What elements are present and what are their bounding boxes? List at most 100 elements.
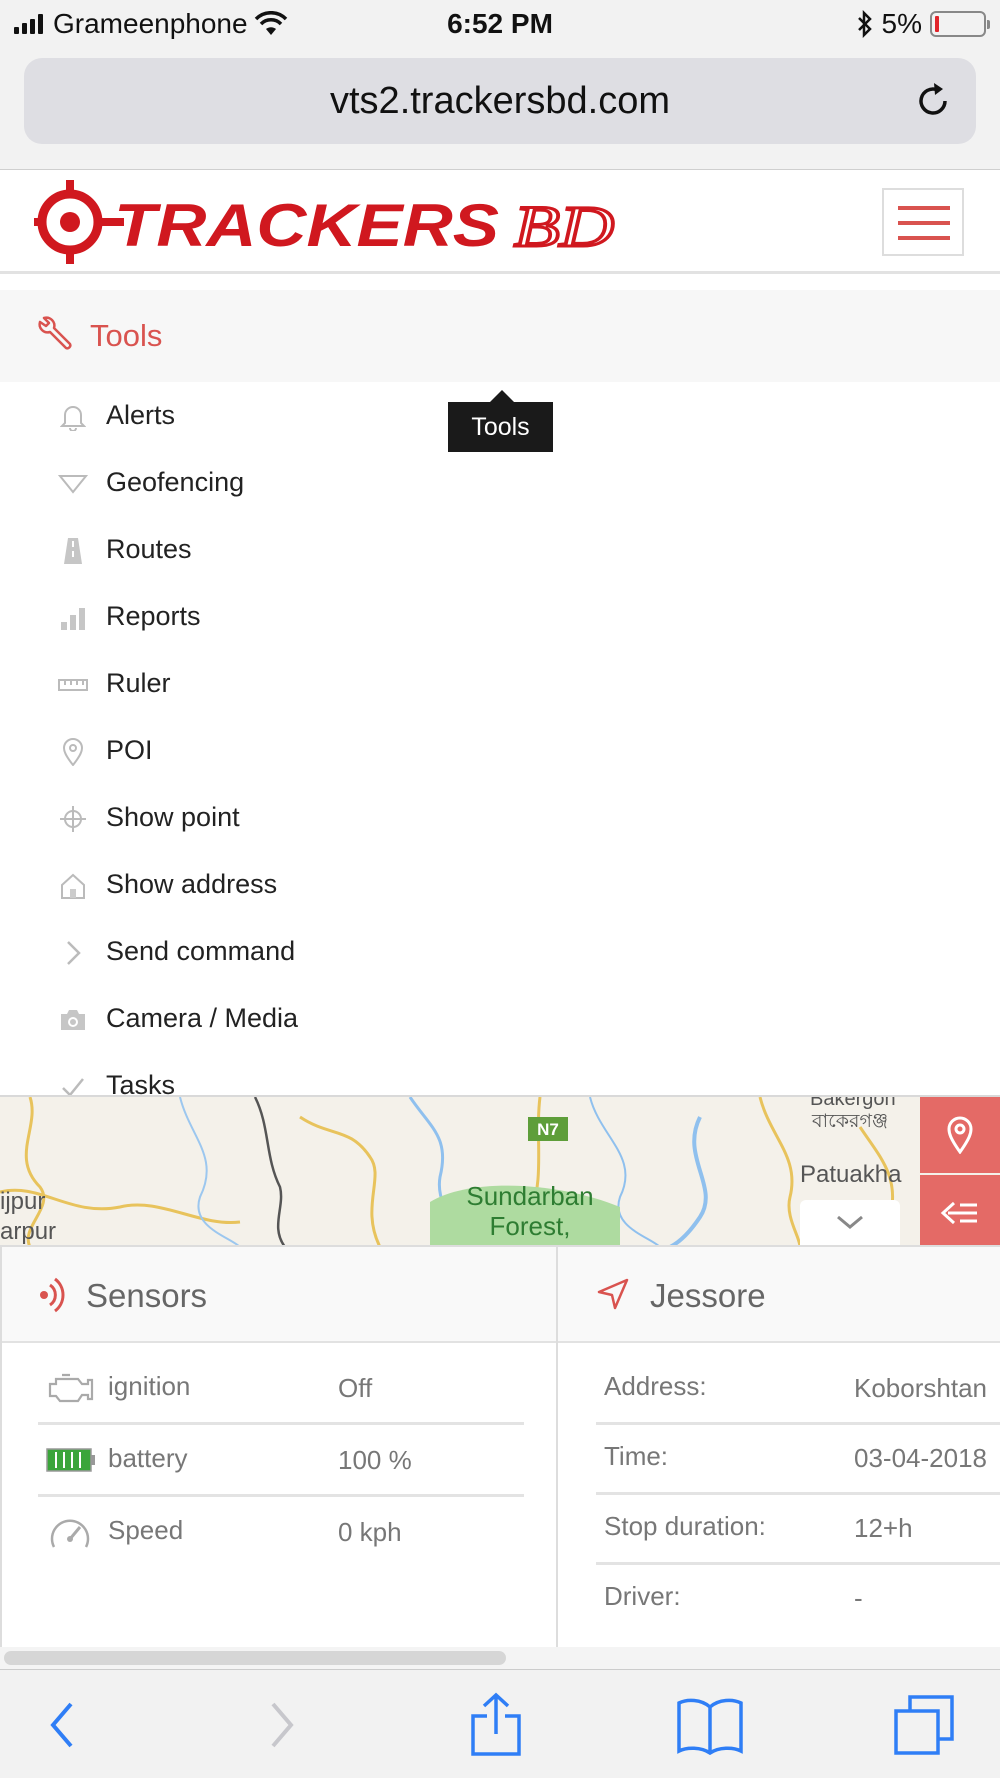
svg-text:BD: BD xyxy=(514,194,614,259)
menu-item-ruler[interactable]: Ruler xyxy=(0,650,1000,717)
map-pin-icon xyxy=(56,737,90,767)
sensor-row-ignition: ignition Off xyxy=(38,1355,524,1425)
sensors-panel: Sensors ignition Off battery 100 % Speed… xyxy=(0,1247,558,1649)
url-text[interactable]: vts2.trackersbd.com xyxy=(24,80,976,123)
signal-waves-icon xyxy=(40,1277,65,1313)
camera-icon xyxy=(56,1005,90,1035)
menu-item-geofencing[interactable]: Geofencing xyxy=(0,449,1000,516)
location-panel-header[interactable]: Jessore xyxy=(558,1247,1000,1343)
menu-item-label: Send command xyxy=(106,936,296,966)
geofence-icon xyxy=(56,469,90,499)
sensors-panel-header[interactable]: Sensors xyxy=(2,1247,556,1343)
battery-percent: 5% xyxy=(881,8,922,39)
location-label: Address: xyxy=(604,1371,707,1401)
hamburger-menu-button[interactable] xyxy=(882,188,964,256)
menu-item-show-address[interactable]: Show address xyxy=(0,851,1000,918)
book-icon xyxy=(677,1698,743,1755)
menu-item-label: Tasks xyxy=(106,1070,176,1095)
clock: 6:52 PM xyxy=(447,8,553,39)
location-row-address: Address: Koborshtan xyxy=(596,1355,1000,1425)
tools-title: Tools xyxy=(90,318,163,353)
browser-toolbar xyxy=(0,1669,1000,1778)
forward-button[interactable] xyxy=(242,1690,322,1760)
forest-label-line2: Forest, xyxy=(490,1211,571,1241)
menu-item-label: Show point xyxy=(106,802,240,832)
sensor-value: Off xyxy=(338,1373,373,1403)
menu-item-routes[interactable]: Routes xyxy=(0,516,1000,583)
menu-item-label: Ruler xyxy=(106,668,171,698)
tabs-button[interactable] xyxy=(884,1690,964,1760)
share-button[interactable] xyxy=(456,1690,536,1760)
location-label: Time: xyxy=(604,1441,669,1471)
menu-item-reports[interactable]: Reports xyxy=(0,583,1000,650)
map-location-button[interactable] xyxy=(920,1097,1000,1173)
address-bar[interactable]: vts2.trackersbd.com xyxy=(24,58,976,144)
chevron-right-icon xyxy=(56,938,90,968)
reload-icon[interactable] xyxy=(912,80,954,122)
home-icon xyxy=(56,871,90,901)
menu-item-label: Show address xyxy=(106,869,278,899)
map-collapse-tab[interactable] xyxy=(800,1200,900,1245)
tools-section-header[interactable]: Tools xyxy=(0,290,1000,382)
ruler-icon xyxy=(56,670,90,700)
sensor-row-speed: Speed 0 kph xyxy=(38,1499,524,1569)
road-icon xyxy=(56,536,90,566)
share-icon xyxy=(471,1692,521,1756)
menu-item-label: Reports xyxy=(106,601,201,631)
back-button[interactable] xyxy=(22,1690,102,1760)
battery-icon xyxy=(46,1448,95,1472)
crosshair-icon xyxy=(56,804,90,834)
sensor-label: battery xyxy=(108,1443,188,1473)
horizontal-scrollbar[interactable] xyxy=(0,1647,1000,1669)
location-row-time: Time: 03-04-2018 xyxy=(596,1425,1000,1495)
city-label-left-1: ijpur xyxy=(0,1188,45,1215)
bluetooth-icon xyxy=(857,10,872,38)
wrench-icon xyxy=(38,316,72,350)
menu-item-show-point[interactable]: Show point xyxy=(0,784,1000,851)
location-title: Jessore xyxy=(650,1277,766,1314)
chevron-right-icon xyxy=(271,1702,294,1748)
chevron-left-icon xyxy=(50,1702,73,1748)
status-bar: Grameenphone 6:52 PM 5% xyxy=(0,0,1000,50)
road-label: N7 xyxy=(537,1120,559,1139)
tools-tooltip: Tools xyxy=(448,390,553,452)
location-label: Driver: xyxy=(604,1581,681,1611)
menu-item-tasks[interactable]: Tasks xyxy=(0,1052,1000,1095)
location-value: Koborshtan xyxy=(854,1373,987,1403)
city-label-left-2: arpur xyxy=(0,1218,56,1245)
site-header: TRACKERS BD xyxy=(0,170,1000,274)
sensor-label: ignition xyxy=(108,1371,191,1401)
city-label-patuakhali: Patuakha xyxy=(800,1161,902,1188)
chevron-down-icon xyxy=(837,1215,863,1229)
sensors-title: Sensors xyxy=(86,1277,208,1314)
map-menu-button[interactable] xyxy=(920,1175,1000,1251)
browser-address-area: vts2.trackersbd.com xyxy=(0,50,1000,170)
trackersbd-logo[interactable]: TRACKERS BD xyxy=(34,180,634,264)
city-label-bakerganj: Bakergon xyxy=(810,1097,896,1110)
check-icon xyxy=(56,1072,90,1095)
menu-item-poi[interactable]: POI xyxy=(0,717,1000,784)
location-row-driver: Driver: - xyxy=(596,1565,1000,1635)
menu-item-camera-media[interactable]: Camera / Media xyxy=(0,985,1000,1052)
sensor-label: Speed xyxy=(108,1515,184,1545)
menu-item-label: Camera / Media xyxy=(106,1003,299,1033)
info-panels: Sensors ignition Off battery 100 % Speed… xyxy=(0,1245,1000,1649)
map-pin-icon xyxy=(947,1116,973,1154)
sensor-row-battery: battery 100 % xyxy=(38,1427,524,1497)
tools-menu-list: Alerts Geofencing Routes Reports Ruler P… xyxy=(0,382,1000,1095)
location-row-stop-duration: Stop duration: 12+h xyxy=(596,1495,1000,1565)
speedometer-icon xyxy=(50,1519,90,1548)
svg-text:TRACKERS: TRACKERS xyxy=(114,192,499,259)
navigation-arrow-icon xyxy=(597,1278,629,1310)
forest-label-line1: Sundarban xyxy=(466,1181,593,1211)
sensor-value: 0 kph xyxy=(338,1517,402,1547)
menu-item-send-command[interactable]: Send command xyxy=(0,918,1000,985)
location-panel: Jessore Address: Koborshtan Time: 03-04-… xyxy=(558,1247,1000,1649)
engine-icon xyxy=(48,1373,94,1403)
bar-chart-icon xyxy=(56,603,90,633)
status-right: 5% xyxy=(856,8,990,40)
collapse-list-icon xyxy=(940,1201,977,1225)
bookmarks-button[interactable] xyxy=(670,1690,750,1760)
menu-item-label: Routes xyxy=(106,534,192,564)
scrollbar-thumb[interactable] xyxy=(4,1651,506,1665)
